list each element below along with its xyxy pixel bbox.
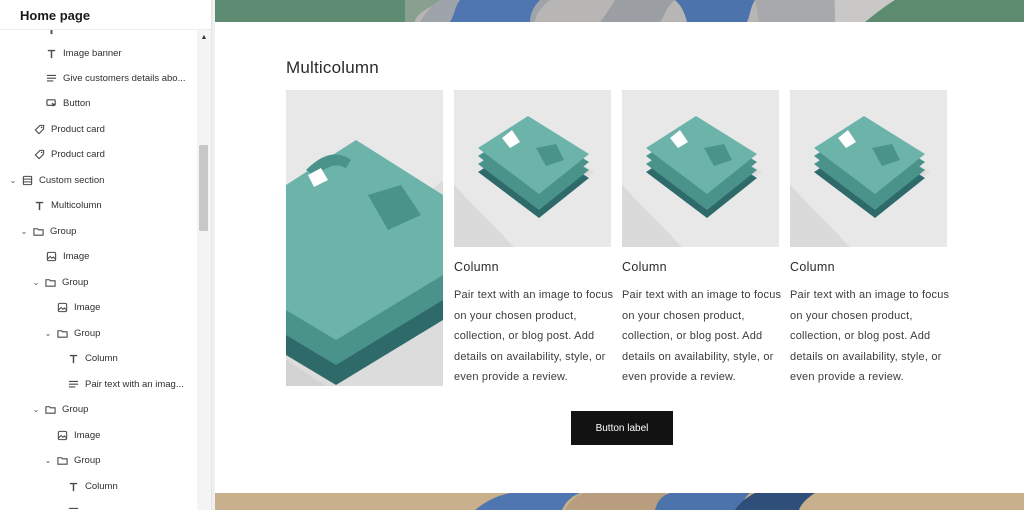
tree-item-column-1[interactable]: Column — [0, 346, 197, 371]
tree-item-label: Product card — [51, 149, 105, 160]
tree-item-label: Product card — [51, 124, 105, 135]
text-icon — [44, 30, 58, 37]
tree-item-product-card-2[interactable]: Product card — [0, 142, 197, 167]
tree-item-multicolumn[interactable]: Multicolumn — [0, 193, 197, 218]
tree-item-label: Custom section — [39, 175, 105, 186]
folder-icon — [43, 276, 57, 290]
tree-item-image-2[interactable]: Image — [0, 295, 197, 320]
tree-item-label: Image — [74, 302, 101, 313]
scrollbar-thumb[interactable] — [199, 145, 208, 231]
tag-icon — [32, 123, 46, 137]
tree-item-group-1[interactable]: ⌄ Group — [0, 219, 197, 244]
column-3-heading: Column — [790, 260, 835, 274]
tree-item-label: Multicolumn — [51, 200, 102, 211]
sidebar-title: Home page — [0, 0, 211, 30]
chevron-down-icon[interactable]: ⌄ — [31, 278, 41, 287]
chevron-down-icon[interactable]: ⌄ — [19, 227, 29, 236]
folder-icon — [31, 225, 45, 239]
tree-item-image-1[interactable]: Image — [0, 244, 197, 269]
sidebar: Home page Image banner Give customers de… — [0, 0, 212, 510]
store-preview: Multicolumn Column Pair text with an ima… — [215, 0, 1024, 510]
text-icon — [44, 47, 58, 61]
tree-item-button[interactable]: Button — [0, 91, 197, 116]
tag-icon — [32, 148, 46, 162]
tree-item-label: Group — [62, 277, 89, 288]
text-icon — [32, 199, 46, 213]
tree-item-group-3[interactable]: ⌄ Group — [0, 321, 197, 346]
sidebar-scrollbar[interactable] — [197, 30, 211, 510]
tree-item-custom-section[interactable]: ⌄ Custom section — [0, 168, 197, 193]
folder-icon — [55, 454, 69, 468]
tree-item-label: Image — [63, 251, 90, 262]
chevron-down-icon[interactable]: ⌄ — [8, 176, 18, 185]
chevron-down-icon[interactable]: ⌄ — [43, 329, 53, 338]
tree-item-label: Column — [85, 353, 118, 364]
tree-item-label: Group — [50, 226, 77, 237]
tree-item-group-2[interactable]: ⌄ Group — [0, 270, 197, 295]
tree-item-label: Button — [63, 98, 91, 109]
column-1-image[interactable] — [454, 90, 611, 247]
button-cursor-icon — [44, 97, 58, 111]
cta-button[interactable]: Button label — [571, 411, 673, 445]
tree-item-pair-text[interactable]: Pair text with an imag... — [0, 372, 197, 397]
text-icon — [66, 352, 80, 366]
tree-item-group-5[interactable]: ⌄ Group — [0, 448, 197, 473]
tree-item-label: Group — [74, 455, 101, 466]
image-icon — [55, 301, 69, 315]
tree-item-product-card-1[interactable]: Product card — [0, 117, 197, 142]
section-tree: Image banner Give customers details abo.… — [0, 30, 197, 510]
section-icon — [20, 174, 34, 188]
multicolumn-large-image[interactable] — [286, 90, 443, 386]
tree-item-label: Column — [85, 481, 118, 492]
tree-item-label: Image banner — [63, 48, 122, 59]
paragraph-icon — [66, 505, 80, 510]
chevron-down-icon[interactable]: ⌄ — [31, 405, 41, 414]
multicolumn-title: Multicolumn — [286, 58, 379, 77]
scroll-up-arrow-icon[interactable]: ▲ — [200, 34, 208, 42]
tree-item-label: Group — [74, 328, 101, 339]
tree-item-image-banner[interactable]: Image banner — [0, 41, 197, 66]
tree-item-label: Group — [62, 404, 89, 415]
editor-app: Home page Image banner Give customers de… — [0, 0, 1024, 510]
column-3-text: Pair text with an image to focus on your… — [790, 289, 950, 383]
column-1-heading: Column — [454, 260, 499, 274]
tree-item-label: Give customers details abo... — [63, 73, 186, 84]
tree-item-cut-off[interactable] — [0, 499, 197, 510]
tree-item-group-4[interactable]: ⌄ Group — [0, 397, 197, 422]
tree-item-label: Pair text with an imag... — [85, 379, 184, 390]
column-3-image[interactable] — [790, 90, 947, 247]
tree-item-label: Image — [74, 430, 101, 441]
tree-item-image-3[interactable]: Image — [0, 423, 197, 448]
column-2-image[interactable] — [622, 90, 779, 247]
image-banner-top — [215, 0, 1024, 22]
folder-icon — [55, 327, 69, 341]
text-icon — [66, 480, 80, 494]
column-1-text: Pair text with an image to focus on your… — [454, 289, 614, 383]
chevron-down-icon[interactable]: ⌄ — [43, 456, 53, 465]
image-icon — [55, 429, 69, 443]
column-2-heading: Column — [622, 260, 667, 274]
column-2-text: Pair text with an image to focus on your… — [622, 289, 782, 383]
tree-item-give-customers[interactable]: Give customers details abo... — [0, 66, 197, 91]
image-banner-bottom — [215, 493, 1024, 510]
paragraph-icon — [66, 378, 80, 392]
tree-item-column-2[interactable]: Column — [0, 474, 197, 499]
image-icon — [44, 250, 58, 264]
folder-icon — [43, 403, 57, 417]
paragraph-icon — [44, 72, 58, 86]
